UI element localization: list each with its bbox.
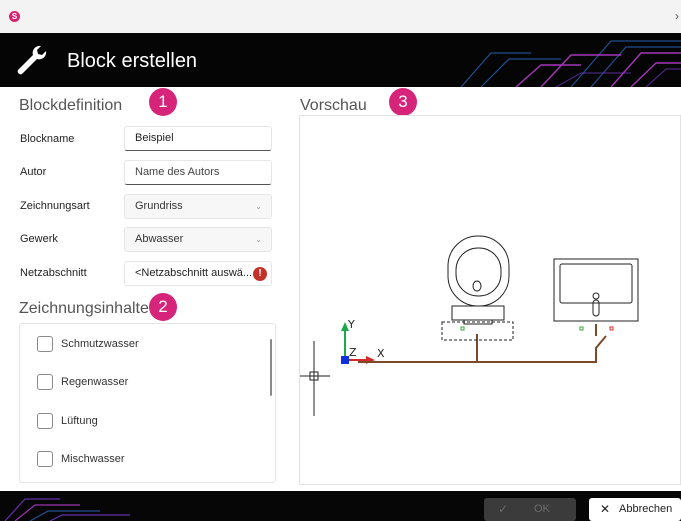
netzabschnitt-select[interactable]: <Netzabschnitt auswä... ! [124,261,272,286]
section-title-vorschau: Vorschau [300,97,367,114]
item-label: Regenwasser [61,376,129,388]
z-axis-marker [341,356,349,364]
cancel-button[interactable]: ✕ Abbrechen [589,498,681,521]
gewerk-select[interactable]: Abwasser ⌄ [124,227,272,252]
dialog-footer: ✓ OK ✕ Abbrechen [0,491,681,521]
cancel-label: Abbrechen [619,503,673,515]
sink-drain [592,292,600,300]
list-scrollbar[interactable] [270,339,272,396]
axis-label-x: X [377,347,385,360]
sink-tap [592,299,600,317]
netzabschnitt-value: <Netzabschnitt auswä... [135,267,253,279]
section-title-blockdefinition: Blockdefinition [19,97,123,114]
step-badge-1: 1 [149,88,177,116]
label-blockname: Blockname [20,133,75,145]
item-label: Lüftung [61,415,98,427]
toilet-outlet [472,280,482,292]
label-netzabschnitt: Netzabschnitt [20,267,87,279]
label-zeichnungsart: Zeichnungsart [20,200,90,212]
item-label: Mischwasser [61,453,125,465]
sink-point-green [579,326,584,331]
zeichnungsart-select[interactable]: Grundriss ⌄ [124,194,272,219]
axis-label-y: Y [347,318,355,331]
toilet-tank [451,305,505,321]
ok-button[interactable]: ✓ OK [484,498,576,521]
checkbox[interactable] [37,451,53,467]
ok-label: OK [534,503,550,515]
sink-point-red [609,326,614,331]
blockname-value: Beispiel [135,132,174,144]
label-gewerk: Gewerk [20,233,58,245]
gewerk-value: Abwasser [135,233,184,245]
preview-canvas[interactable]: Y Z X [299,115,681,485]
cad-drawing: Y Z X [300,235,639,416]
toilet-bowl-inner [455,247,502,297]
checkbox[interactable] [37,336,53,352]
checkbox[interactable] [37,413,53,429]
window-titlebar[interactable]: S › [0,0,681,33]
sink-basin [559,263,633,304]
footer-decoration [4,498,130,521]
dialog-header: Block erstellen [0,33,681,87]
axis-label-z: Z [349,346,357,359]
toilet-point-green [460,326,465,331]
dialog-title: Block erstellen [67,50,198,72]
app-icon: S [9,11,20,22]
section-title-zeichnungsinhalte: Zeichnungsinhalte [19,300,149,317]
close-icon: ✕ [600,502,611,516]
checkbox[interactable] [37,374,53,390]
warning-icon: ! [253,267,267,281]
step-badge-2: 2 [149,293,177,321]
blockname-input[interactable]: Beispiel [124,126,272,151]
item-label: Schmutzwasser [61,338,139,350]
autor-input[interactable]: Name des Autors [124,160,272,185]
label-autor: Autor [20,166,47,178]
zeichnungsinhalte-list[interactable]: Schmutzwasser Regenwasser Lüftung Mischw… [19,323,276,483]
window-close-icon[interactable]: › [675,9,679,23]
step-badge-3: 3 [389,88,417,116]
autor-placeholder: Name des Autors [135,166,220,178]
checkmark-icon: ✓ [498,502,509,516]
wrench-icon [17,45,47,75]
chevron-down-icon: ⌄ [255,235,262,244]
zeichnungsart-value: Grundriss [135,200,183,212]
header-decoration [460,40,681,87]
sink-outer [553,258,639,322]
chevron-down-icon: ⌄ [255,202,262,211]
